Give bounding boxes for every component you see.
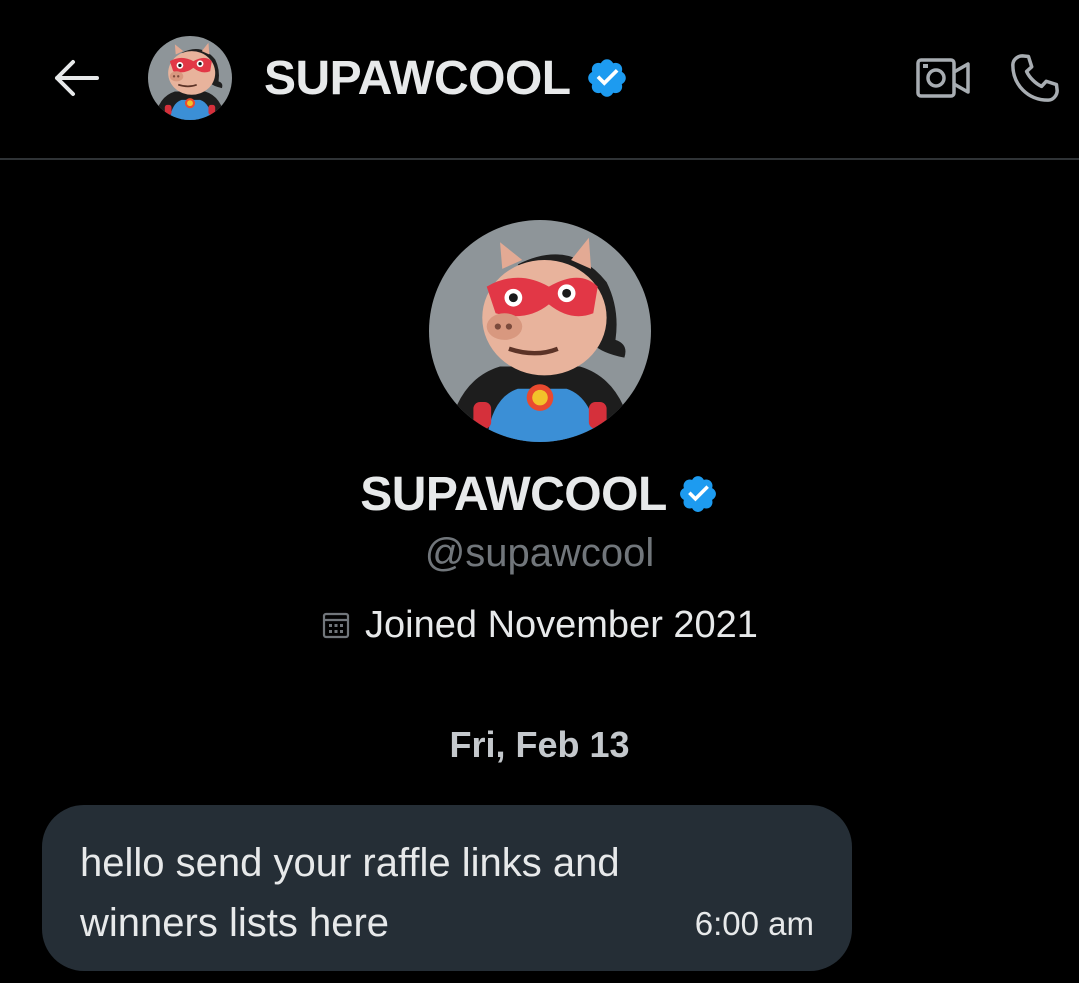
profile-avatar[interactable]	[429, 220, 651, 442]
header-avatar[interactable]	[148, 36, 232, 120]
back-button[interactable]	[44, 50, 108, 106]
profile-name: SUPAWCOOL	[360, 467, 667, 521]
profile-handle: @supawcool	[424, 531, 655, 575]
video-call-icon	[916, 58, 970, 98]
phone-call-button[interactable]	[1000, 46, 1070, 110]
joined-date: Joined November 2021	[321, 598, 758, 652]
profile-avatar-image	[429, 220, 651, 442]
profile-summary: SUPAWCOOL @supawcool Joined November 202…	[0, 220, 1079, 652]
profile-name-row[interactable]: SUPAWCOOL	[360, 462, 719, 526]
verified-badge-icon	[585, 56, 629, 100]
message-text: hello send your raffle links and winners…	[80, 841, 620, 945]
header-name: SUPAWCOOL	[264, 51, 571, 105]
video-call-button[interactable]	[910, 50, 976, 106]
joined-text: Joined November 2021	[365, 603, 758, 646]
date-separator: Fri, Feb 13	[449, 724, 630, 765]
back-arrow-icon	[55, 60, 99, 96]
avatar-image	[148, 36, 232, 120]
message-bubble[interactable]: hello send your raffle links and winners…	[42, 805, 852, 971]
conversation-header: SUPAWCOOL	[0, 0, 1079, 160]
message-timestamp: 6:00 am	[694, 905, 814, 942]
phone-icon	[1011, 54, 1059, 102]
verified-badge-icon	[677, 473, 719, 515]
header-title[interactable]: SUPAWCOOL	[264, 48, 629, 108]
calendar-icon	[322, 612, 350, 639]
